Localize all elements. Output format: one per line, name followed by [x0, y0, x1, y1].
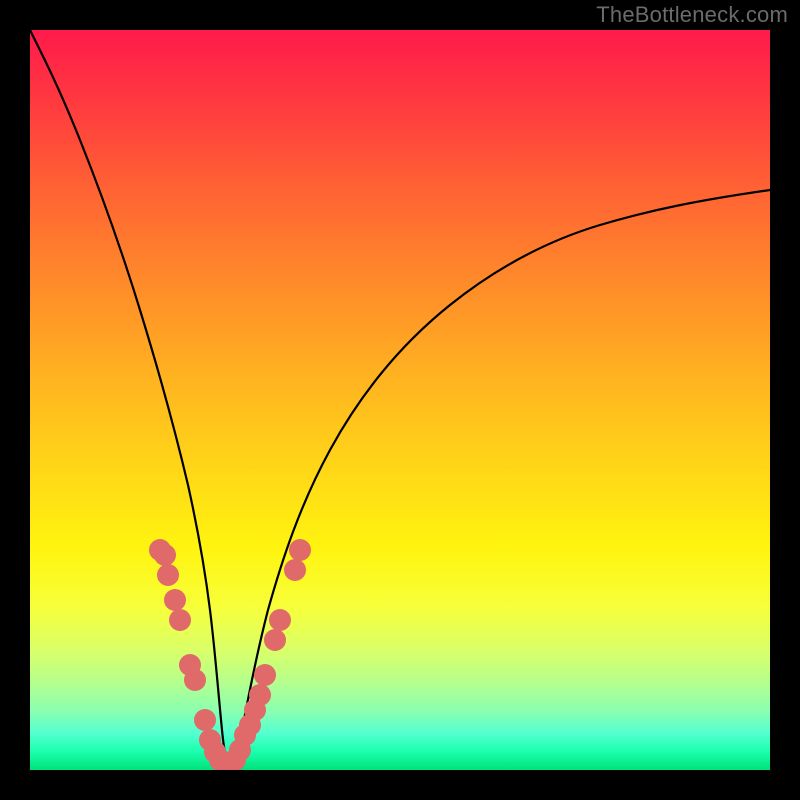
curve-left-branch	[30, 30, 230, 765]
highlight-dots	[149, 539, 311, 770]
plot-area	[30, 30, 770, 770]
dot-right	[254, 664, 276, 686]
dot-left	[157, 564, 179, 586]
dot-left	[184, 669, 206, 691]
dot-left	[194, 709, 216, 731]
dot-left	[154, 544, 176, 566]
outer-frame: TheBottleneck.com	[0, 0, 800, 800]
curve-svg	[30, 30, 770, 770]
dot-right	[289, 539, 311, 561]
watermark-text: TheBottleneck.com	[596, 2, 788, 28]
curve-right-branch	[230, 190, 770, 765]
dot-left	[164, 589, 186, 611]
dot-right	[269, 609, 291, 631]
dot-right	[284, 559, 306, 581]
bottleneck-curve	[30, 30, 770, 765]
dot-right	[264, 629, 286, 651]
dot-left	[169, 609, 191, 631]
dot-right	[249, 684, 271, 706]
